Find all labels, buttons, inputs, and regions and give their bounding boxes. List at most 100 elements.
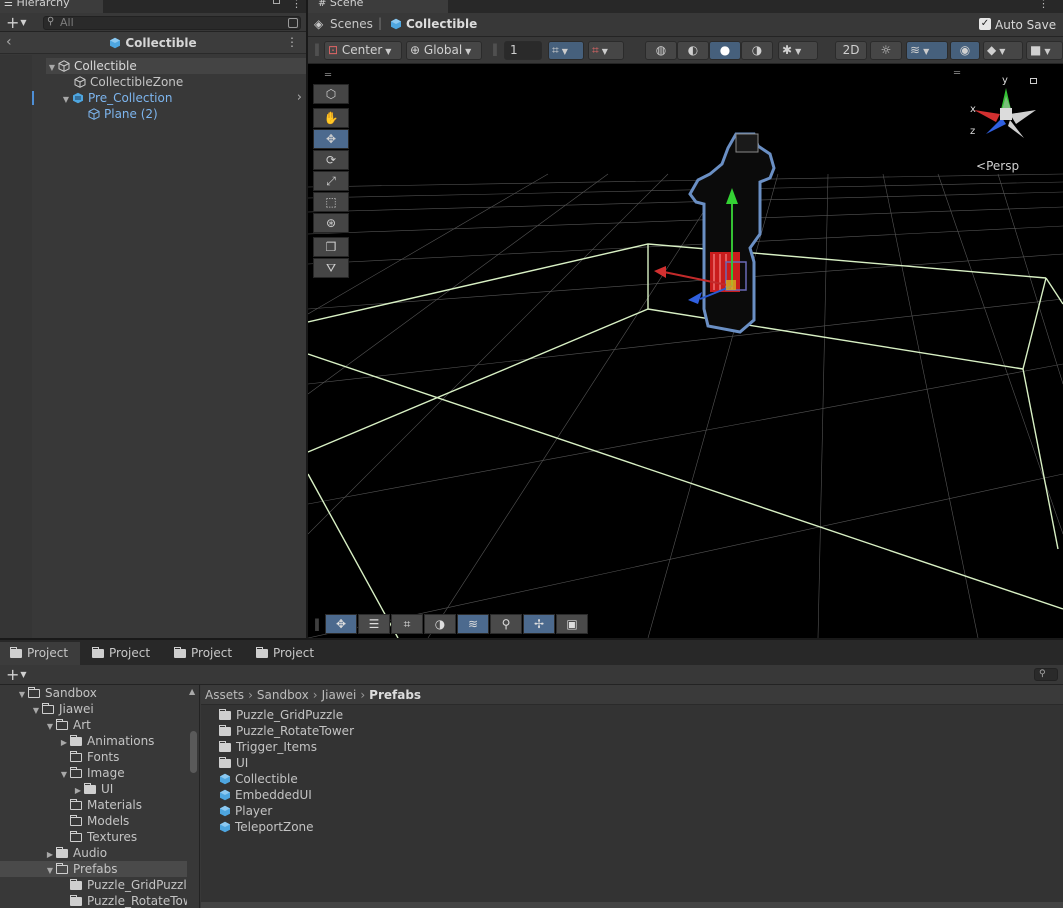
asset-puzzle-rotatetower[interactable]: Puzzle_RotateTower (219, 723, 354, 739)
project-tab-2[interactable]: Project (82, 642, 162, 665)
folder-puzzle-gridpuzzle[interactable]: Puzzle_GridPuzzle (70, 877, 187, 893)
folder-models[interactable]: Models (70, 813, 129, 829)
gizmo-grip[interactable]: ═ (954, 68, 960, 79)
view-cube-button[interactable]: ⬡ (313, 84, 349, 104)
component-tool-button[interactable]: ⛛ (313, 258, 349, 278)
project-tab-3[interactable]: Project (164, 642, 244, 665)
camera-view-button[interactable]: ▣ (556, 614, 588, 634)
pivot-mode-dropdown[interactable]: ⊡ Center ▼ (324, 41, 402, 60)
overlay-grip[interactable]: ═ (325, 70, 331, 81)
scroll-up-icon[interactable]: ▲ (189, 687, 195, 696)
toggle-2d-button[interactable]: 2D (835, 41, 867, 60)
folder-materials[interactable]: Materials (70, 797, 142, 813)
scene-viewport[interactable]: ═ ⬡ ✋ ✥ ⟳ ⤢ ⬚ ⊛ ❐ ⛛ ═ y x z <Persp ‖ ✥ ☰… (308, 64, 1063, 638)
orientation-button[interactable]: ≋ (457, 614, 489, 634)
scene-visibility-button[interactable]: ◉ (950, 41, 980, 60)
file-browser-scrollbar[interactable] (201, 902, 1063, 908)
expand-arrow-icon[interactable]: ▼ (16, 687, 28, 703)
rect-tool-button[interactable]: ⬚ (313, 192, 349, 212)
search-scene-button[interactable]: ⚲ (490, 614, 522, 634)
grid-snap-button[interactable]: ⌗ ▼ (548, 41, 584, 60)
folder-ui[interactable]: ▶ UI (72, 781, 113, 797)
debug-draw-mode-button[interactable]: ✱ ▼ (778, 41, 818, 60)
draw-modes-button[interactable]: ◑ (424, 614, 456, 634)
move-handle-button[interactable]: ✥ (325, 614, 357, 634)
hand-tool-button[interactable]: ✋ (313, 108, 349, 128)
rotate-tool-button[interactable]: ⟳ (313, 150, 349, 170)
overlay-grip[interactable]: ‖ (314, 617, 320, 631)
tree-item-plane-2[interactable]: Plane (2) (88, 106, 158, 122)
expand-arrow-icon[interactable]: ▼ (60, 92, 72, 108)
camera-dropdown[interactable]: ■ ▼ (1026, 41, 1063, 60)
folder-tree-scrollbar[interactable]: ▲ (188, 685, 200, 908)
orientation-gizmo[interactable]: y x z (966, 74, 1046, 154)
scale-tool-button[interactable]: ⤢ (313, 171, 349, 191)
asset-ui[interactable]: UI (219, 755, 248, 771)
folder-audio[interactable]: ▶ Audio (44, 845, 107, 861)
asset-embeddedui[interactable]: EmbeddedUI (219, 787, 312, 803)
gizmo-lock-icon[interactable] (1030, 78, 1037, 84)
search-filter-icon[interactable] (288, 18, 298, 28)
scene-tab[interactable]: # Scene (308, 0, 448, 13)
path-jiawei[interactable]: Jiawei (322, 688, 357, 702)
projection-toggle[interactable]: <Persp (976, 159, 1019, 173)
asset-puzzle-gridpuzzle[interactable]: Puzzle_GridPuzzle (219, 707, 343, 723)
lock-icon[interactable] (273, 0, 280, 4)
wireframe-mode-button[interactable]: ◍ (645, 41, 677, 60)
move-tool-button[interactable]: ✥ (313, 129, 349, 149)
folder-jiawei[interactable]: ▼ Jiawei (30, 701, 94, 717)
expand-arrow-icon[interactable]: ▼ (46, 60, 58, 76)
more-options-icon[interactable]: ⋮ (291, 0, 302, 10)
layers-dropdown[interactable]: ◆ ▼ (983, 41, 1023, 60)
tree-item-collectible[interactable]: ▼ Collectible (46, 58, 306, 74)
hierarchy-tab[interactable]: ☰ Hierarchy (0, 0, 103, 13)
asset-teleportzone[interactable]: TeleportZone (219, 819, 314, 835)
expand-arrow-icon[interactable]: ▼ (44, 719, 56, 735)
unlit-mode-button[interactable]: ◑ (741, 41, 773, 60)
breadcrumb-collectible[interactable]: Collectible (406, 17, 477, 31)
grid-snapping-button[interactable]: ⌗ (391, 614, 423, 634)
project-tab-1[interactable]: Project (0, 642, 80, 665)
project-search-input[interactable]: ⚲ (1034, 668, 1058, 681)
tree-item-collectiblezone[interactable]: CollectibleZone (74, 74, 183, 90)
custom-editor-tool-button[interactable]: ❐ (313, 237, 349, 257)
create-asset-button[interactable]: +▼ (6, 667, 27, 686)
grid-size-input[interactable]: 1 (504, 41, 542, 60)
shaded-mode-button[interactable]: ● (709, 41, 741, 60)
hierarchy-search-input[interactable]: ⚲ All (43, 16, 301, 30)
folder-image[interactable]: ▼ Image (58, 765, 125, 781)
folder-textures[interactable]: Textures (70, 829, 137, 845)
transform-tool-button[interactable]: ⊛ (313, 213, 349, 233)
path-assets[interactable]: Assets (205, 688, 244, 702)
asset-player[interactable]: Player (219, 803, 272, 819)
folder-fonts[interactable]: Fonts (70, 749, 119, 765)
path-prefabs[interactable]: Prefabs (369, 688, 421, 702)
breadcrumb-scenes[interactable]: Scenes (330, 17, 373, 31)
scrollbar-thumb[interactable] (190, 731, 197, 773)
tree-item-pre-collection[interactable]: ▼ Pre_Collection › (60, 90, 306, 106)
toggle-lighting-button[interactable]: ☼ (870, 41, 902, 60)
asset-trigger-items[interactable]: Trigger_Items (219, 739, 317, 755)
folder-art[interactable]: ▼ Art (44, 717, 91, 733)
more-options-icon[interactable]: ⋮ (1038, 0, 1049, 10)
increment-snap-button[interactable]: ⌗ ▼ (588, 41, 624, 60)
asset-collectible[interactable]: Collectible (219, 771, 298, 787)
folder-sandbox[interactable]: ▼ Sandbox (16, 685, 97, 701)
folder-animations[interactable]: ▶ Animations (58, 733, 155, 751)
more-options-icon[interactable]: ⋮ (286, 35, 298, 49)
space-mode-dropdown[interactable]: ⊕ Global ▼ (406, 41, 482, 60)
chevron-right-icon[interactable]: › (297, 90, 302, 106)
folder-prefabs[interactable]: ▼ Prefabs (44, 861, 118, 877)
expand-arrow-icon[interactable]: ▼ (44, 863, 56, 879)
tool-settings-button[interactable]: ☰ (358, 614, 390, 634)
auto-save-checkbox[interactable]: ✓ (979, 18, 991, 30)
expand-arrow-icon[interactable]: ▼ (30, 703, 42, 719)
project-tab-4[interactable]: Project (246, 642, 326, 665)
effects-dropdown[interactable]: ≋ ▼ (906, 41, 948, 60)
folder-puzzle-rotatetower[interactable]: Puzzle_RotateTower (70, 893, 187, 908)
navigation-button[interactable]: ✢ (523, 614, 555, 634)
path-sandbox[interactable]: Sandbox (257, 688, 309, 702)
shaded-wireframe-button[interactable]: ◐ (677, 41, 709, 60)
expand-arrow-icon[interactable]: ▼ (58, 767, 70, 783)
collapse-arrow-icon[interactable]: ▶ (58, 735, 70, 751)
